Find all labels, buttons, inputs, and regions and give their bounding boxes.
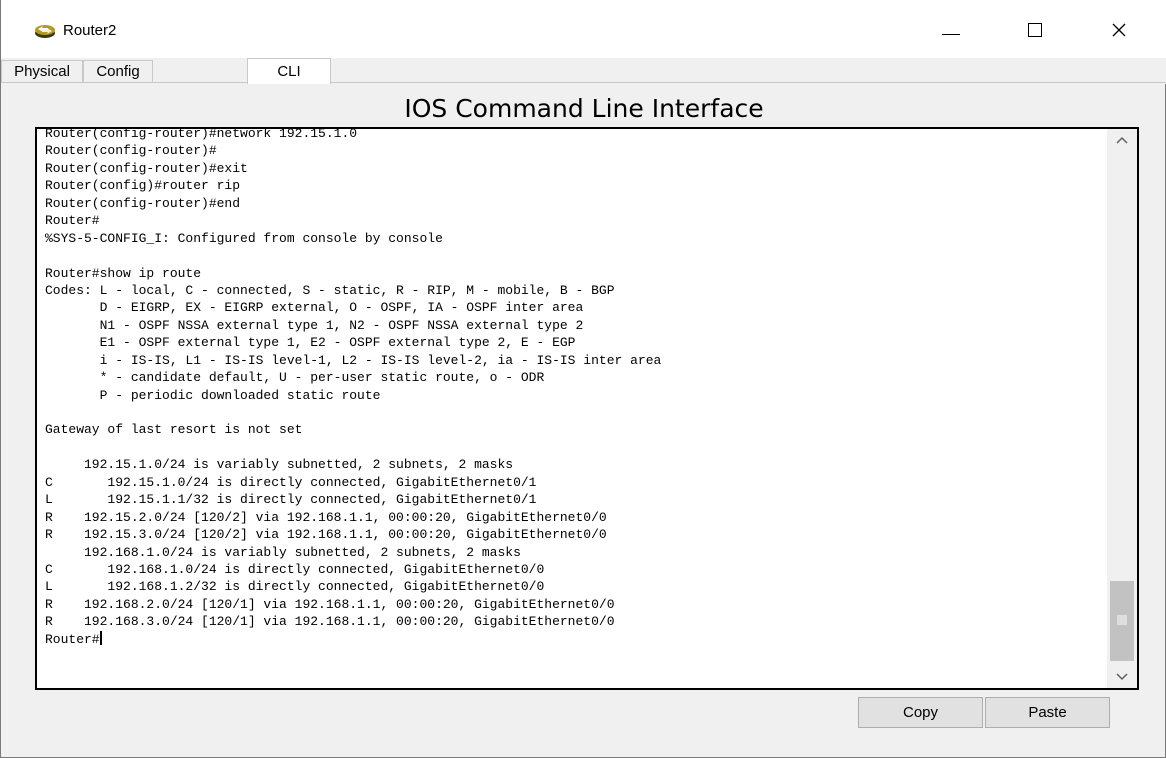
terminal-line: i - IS-IS, L1 - IS-IS level-1, L2 - IS-I… [45, 352, 662, 368]
terminal-prompt: Router# [45, 631, 100, 647]
terminal-output[interactable]: Router(config-router)#network 192.15.1.0… [45, 127, 1105, 648]
terminal-line: * - candidate default, U - per-user stat… [45, 370, 545, 386]
scroll-thumb-grip [1117, 615, 1127, 625]
terminal-line: D - EIGRP, EX - EIGRP external, O - OSPF… [45, 300, 584, 316]
terminal-scrollbar[interactable] [1107, 129, 1137, 688]
close-icon [1112, 23, 1126, 37]
paste-button[interactable]: Paste [985, 697, 1110, 728]
window-title: Router2 [63, 22, 117, 39]
tab-config[interactable]: Config [83, 60, 153, 82]
terminal-line: 192.168.1.0/24 is variably subnetted, 2 … [45, 544, 521, 560]
terminal-line: C 192.15.1.0/24 is directly connected, G… [45, 474, 537, 490]
terminal-line: R 192.168.3.0/24 [120/1] via 192.168.1.1… [45, 614, 615, 630]
scroll-thumb[interactable] [1110, 581, 1134, 661]
text-cursor [99, 630, 102, 645]
maximize-button[interactable] [1009, 10, 1061, 50]
title-bar[interactable]: Router2 [1, 0, 1166, 58]
terminal-line: L 192.168.1.2/32 is directly connected, … [45, 579, 545, 595]
terminal-line: P - periodic downloaded static route [45, 387, 381, 403]
terminal-line: L 192.15.1.1/32 is directly connected, G… [45, 492, 537, 508]
minimize-button[interactable] [925, 10, 977, 50]
terminal-line: N1 - OSPF NSSA external type 1, N2 - OSP… [45, 317, 584, 333]
close-button[interactable] [1093, 10, 1145, 50]
terminal-line: Router# [45, 213, 100, 229]
terminal-line: R 192.15.3.0/24 [120/2] via 192.168.1.1,… [45, 527, 607, 543]
terminal-line: Router(config-router)#network 192.15.1.0 [45, 127, 358, 141]
minimize-icon [942, 33, 960, 35]
chevron-down-icon [1116, 673, 1128, 681]
tab-strip: Physical Config CLI [1, 58, 1166, 84]
terminal-line: Router#show ip route [45, 265, 202, 281]
tab-physical[interactable]: Physical [1, 60, 83, 82]
terminal-line: E1 - OSPF external type 1, E2 - OSPF ext… [45, 335, 576, 351]
tab-divider [1, 82, 1166, 83]
router-window: Router2 Physical Config CLI IOS Command … [0, 0, 1166, 758]
terminal-prompt-line[interactable]: Router# [45, 630, 1105, 648]
terminal-line: Router(config-router)#exit [45, 160, 248, 176]
terminal-line: Router(config-router)#end [45, 195, 241, 211]
chevron-up-icon [1116, 136, 1128, 144]
terminal-line: C 192.168.1.0/24 is directly connected, … [45, 561, 545, 577]
terminal-line: Router(config)#router rip [45, 178, 241, 194]
maximize-icon [1028, 23, 1042, 37]
tab-cli[interactable]: CLI [247, 58, 331, 84]
terminal-line: %SYS-5-CONFIG_I: Configured from console… [45, 230, 443, 246]
terminal-line: Router(config-router)# [45, 143, 217, 159]
copy-button[interactable]: Copy [858, 697, 983, 728]
scroll-up-button[interactable] [1107, 129, 1137, 151]
terminal-line: Codes: L - local, C - connected, S - sta… [45, 282, 615, 298]
terminal-line: Gateway of last resort is not set [45, 422, 303, 438]
terminal-line: 192.15.1.0/24 is variably subnetted, 2 s… [45, 457, 514, 473]
cli-heading: IOS Command Line Interface [404, 94, 764, 123]
cli-terminal[interactable]: Router(config-router)#network 192.15.1.0… [35, 127, 1139, 690]
router-icon [34, 20, 56, 40]
terminal-line: R 192.15.2.0/24 [120/2] via 192.168.1.1,… [45, 509, 607, 525]
terminal-line: R 192.168.2.0/24 [120/1] via 192.168.1.1… [45, 596, 615, 612]
scroll-down-button[interactable] [1107, 666, 1137, 688]
